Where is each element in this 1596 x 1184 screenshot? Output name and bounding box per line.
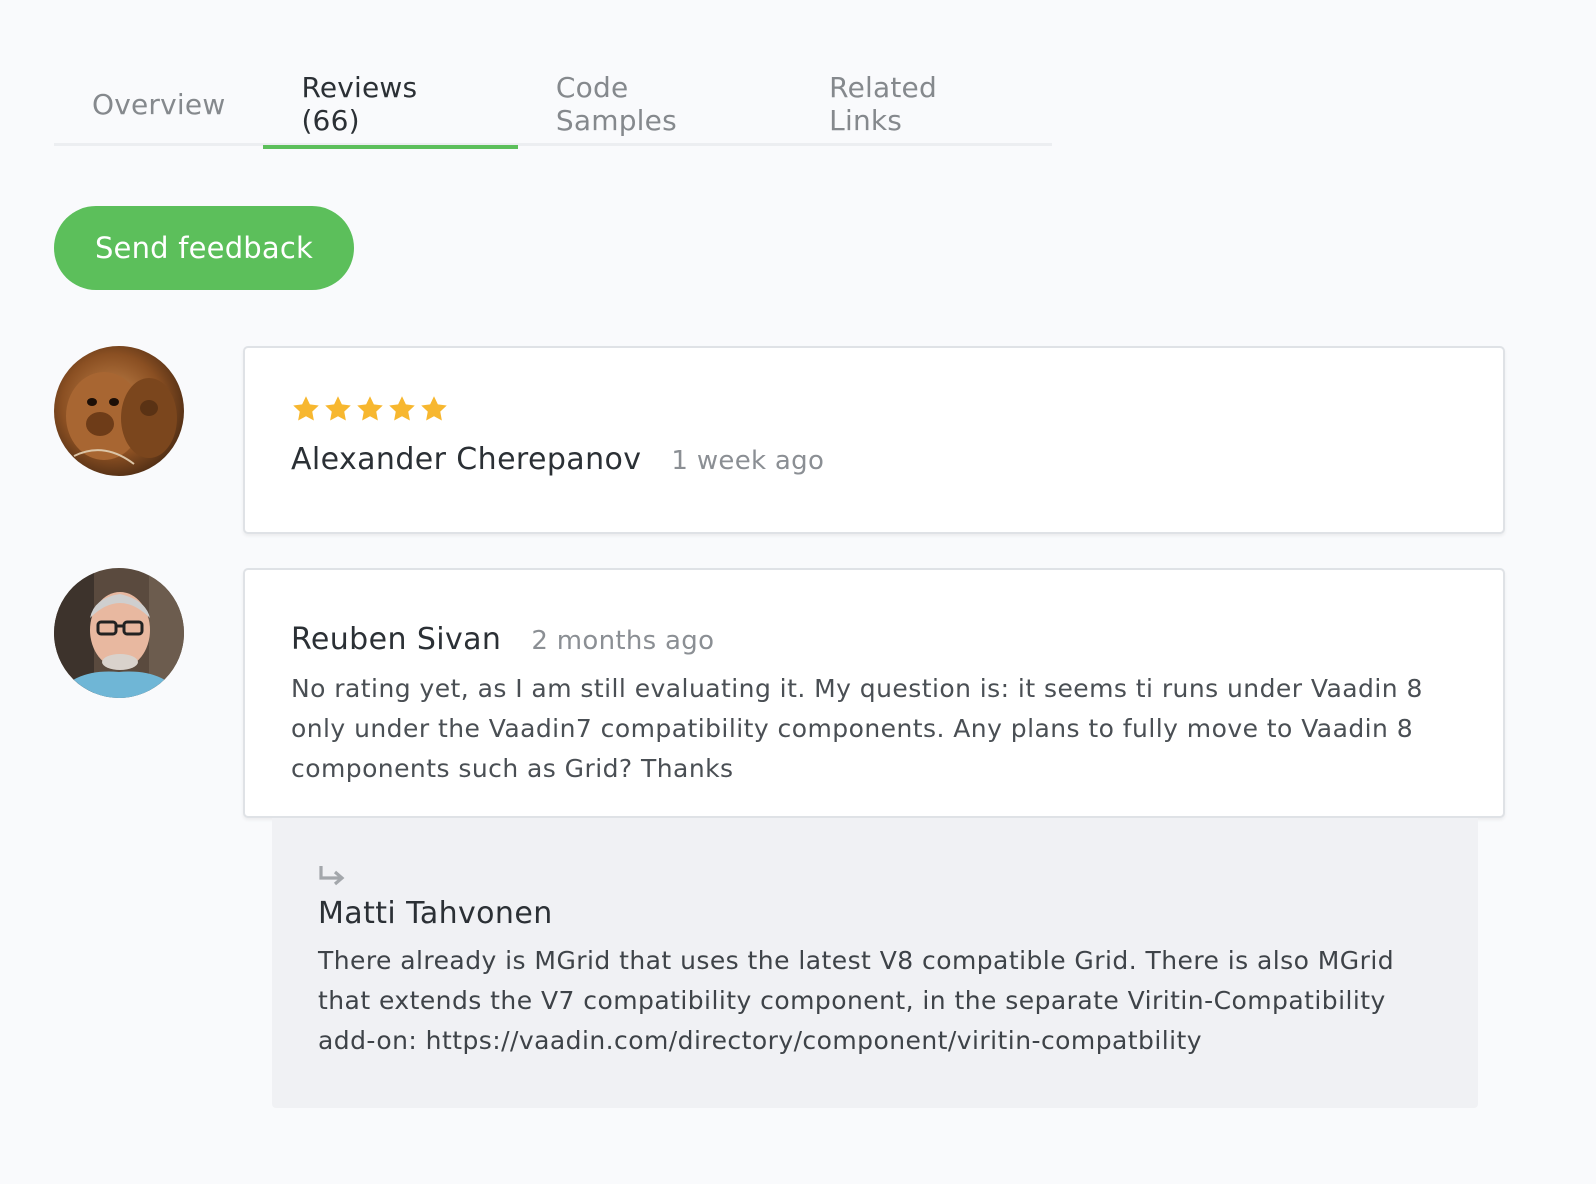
star-icon xyxy=(421,396,447,421)
review-date: 1 week ago xyxy=(671,446,825,476)
review-card: Reuben Sivan 2 months ago No rating yet,… xyxy=(243,568,1505,818)
reply-author[interactable]: Matti Tahvonen xyxy=(318,896,1432,931)
tab-related-links[interactable]: Related Links xyxy=(791,62,1052,146)
tab-reviews[interactable]: Reviews (66) xyxy=(263,62,519,149)
reply-text: There already is MGrid that uses the lat… xyxy=(318,946,1395,1055)
star-icon xyxy=(389,396,415,421)
review-card: Alexander Cherepanov 1 week ago xyxy=(243,346,1505,534)
avatar-alexander-cherepanov[interactable] xyxy=(54,346,184,476)
tab-code-samples[interactable]: Code Samples xyxy=(518,62,791,146)
avatar-image xyxy=(54,568,184,698)
avatar-image xyxy=(54,346,184,476)
avatar-reuben-sivan[interactable] xyxy=(54,568,184,698)
send-feedback-button[interactable]: Send feedback xyxy=(54,206,354,290)
review-meta: Alexander Cherepanov 1 week ago xyxy=(291,442,1457,477)
star-icon xyxy=(357,396,383,421)
star-icon xyxy=(293,396,319,421)
review-date: 2 months ago xyxy=(531,626,715,656)
tab-overview[interactable]: Overview xyxy=(54,62,263,146)
tab-bar: Overview Reviews (66) Code Samples Relat… xyxy=(54,62,1052,149)
reply-arrow-icon xyxy=(319,866,345,886)
review-text: No rating yet, as I am still evaluating … xyxy=(291,674,1423,783)
review-meta: Reuben Sivan 2 months ago xyxy=(291,622,1457,657)
reply-block: Matti Tahvonen There already is MGrid th… xyxy=(272,818,1478,1108)
review-author[interactable]: Reuben Sivan xyxy=(291,622,501,657)
star-icon xyxy=(325,396,351,421)
star-rating xyxy=(291,394,1457,424)
review-author[interactable]: Alexander Cherepanov xyxy=(291,442,641,477)
